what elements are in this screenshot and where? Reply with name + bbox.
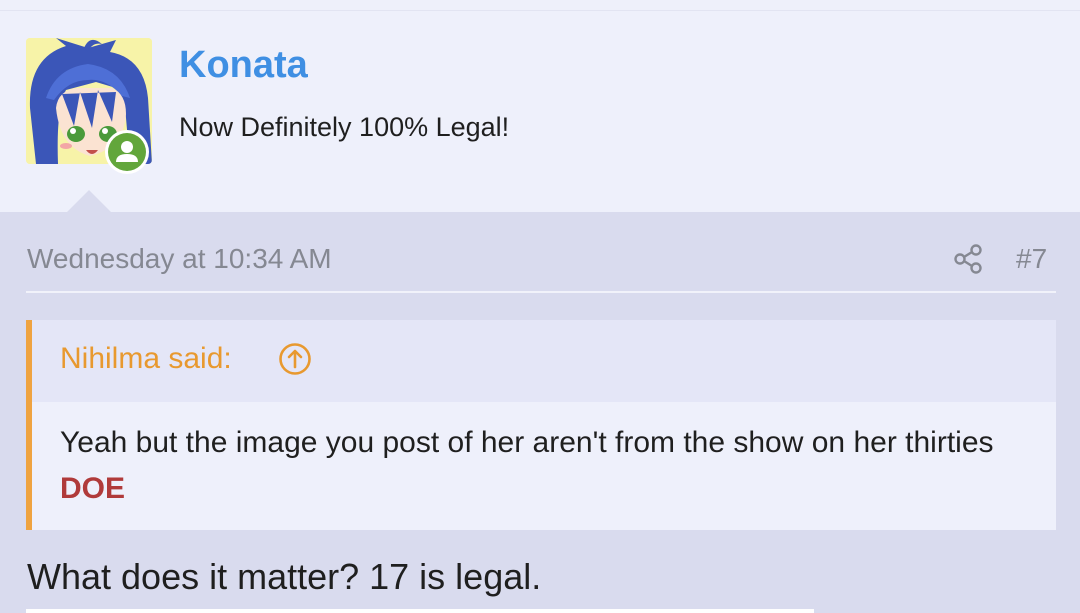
previous-post-edge <box>0 0 1080 11</box>
quote-text-main: Yeah but the image you post of her aren'… <box>60 426 994 459</box>
arrow-up-circle-icon[interactable] <box>278 342 312 376</box>
quote-header: Nihilma said: <box>32 320 1056 402</box>
post-number-link[interactable]: #7 <box>1016 243 1047 275</box>
reply-text: What does it matter? 17 is legal. <box>27 556 542 597</box>
share-icon[interactable] <box>952 243 984 275</box>
post-user-header <box>0 11 1080 212</box>
username-link[interactable]: Konata <box>179 44 308 87</box>
next-element-edge <box>26 609 814 613</box>
quote-block: Nihilma said: Yeah but the image you pos… <box>26 320 1056 530</box>
post-date-link[interactable]: Wednesday at 10:34 AM <box>27 243 332 275</box>
quote-author-link[interactable]: Nihilma said: <box>60 342 232 376</box>
user-title: Now Definitely 100% Legal! <box>179 112 510 142</box>
online-status-badge <box>105 130 149 174</box>
quote-text: Yeah but the image you post of her aren'… <box>60 420 1040 512</box>
user-header-arrow <box>66 190 112 213</box>
post-header-divider <box>26 291 1056 293</box>
user-online-icon <box>116 141 138 162</box>
quote-text-emphasis: DOE <box>60 472 126 505</box>
